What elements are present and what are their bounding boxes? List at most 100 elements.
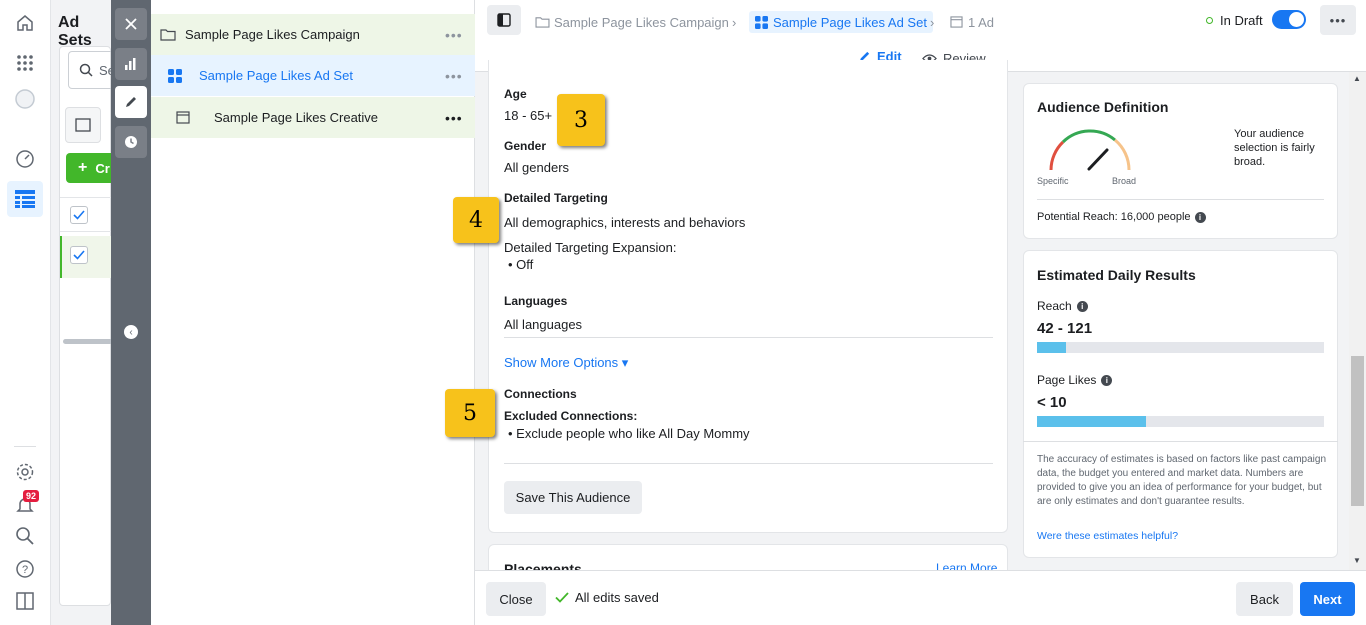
creative-more-icon[interactable]: •••: [445, 110, 475, 126]
excluded-connections-label: Excluded Connections:: [504, 409, 638, 423]
gauge-broad-label: Broad: [1112, 176, 1137, 186]
show-more-options-link[interactable]: Show More Options ▾: [504, 355, 628, 371]
pencil-icon[interactable]: [115, 86, 147, 118]
breadcrumb-ad-set-label: Sample Page Likes Ad Set: [773, 14, 927, 30]
check-icon: [555, 592, 569, 603]
toggle-panel-icon[interactable]: [487, 5, 521, 35]
table-row[interactable]: [60, 236, 112, 278]
ad-icon: [950, 16, 963, 28]
scroll-up-icon[interactable]: ▲: [1353, 74, 1361, 83]
tool-strip: ‹: [111, 0, 151, 625]
status-dot-icon: [1206, 17, 1213, 24]
estimated-results-title: Estimated Daily Results: [1037, 267, 1196, 283]
horizontal-scrollbar[interactable]: [63, 339, 113, 344]
dashboard-icon[interactable]: [10, 143, 40, 173]
close-button[interactable]: Close: [486, 582, 546, 616]
collapse-chevron-icon[interactable]: ‹: [124, 325, 138, 339]
info-icon[interactable]: i: [1194, 211, 1206, 223]
chevron-right-icon: ›: [732, 14, 737, 30]
tree-item-campaign[interactable]: Sample Page Likes Campaign •••: [151, 14, 475, 55]
audience-description: Your audience selection is fairly broad.: [1234, 128, 1315, 168]
scrollbar-thumb[interactable]: [1351, 356, 1364, 506]
background-title: Ad Sets: [58, 14, 92, 49]
campaign-tree: Sample Page Likes Campaign ••• Sample Pa…: [151, 0, 475, 625]
save-status: All edits saved: [555, 590, 659, 605]
gauge-specific-label: Specific: [1037, 176, 1069, 186]
breadcrumb-campaign-label: Sample Page Likes Campaign: [554, 14, 729, 30]
estimates-disclaimer: The accuracy of estimates is based on fa…: [1037, 454, 1327, 507]
adset-icon: [755, 15, 768, 29]
next-button[interactable]: Next: [1300, 582, 1355, 616]
scroll-down-icon[interactable]: ▼: [1353, 556, 1361, 565]
main-editor: Sample Page Likes Campaign › Sample Page…: [445, 0, 1366, 625]
status-toggle[interactable]: [1272, 10, 1306, 29]
estimated-results-card: [1023, 250, 1338, 558]
divider: [504, 337, 993, 338]
tree-item-ad-set[interactable]: Sample Page Likes Ad Set •••: [151, 55, 475, 96]
age-value: 18 - 65+: [504, 108, 553, 123]
breadcrumb-campaign[interactable]: Sample Page Likes Campaign: [535, 11, 729, 33]
row-checkbox[interactable]: [70, 246, 88, 264]
chart-icon[interactable]: [115, 48, 147, 80]
save-status-label: All edits saved: [575, 590, 659, 605]
reach-label: Reach: [1037, 299, 1072, 313]
potential-reach: Potential Reach: 16,000 people i: [1037, 211, 1206, 223]
info-icon[interactable]: i: [1101, 374, 1113, 386]
info-icon[interactable]: i: [1076, 300, 1088, 312]
avatar-icon[interactable]: [10, 84, 40, 114]
select-all-checkbox[interactable]: [70, 206, 88, 224]
estimates-helpful-link[interactable]: Were these estimates helpful?: [1037, 530, 1178, 542]
draft-status: In Draft: [1206, 13, 1263, 28]
likes-bar-fill: [1037, 416, 1147, 427]
tree-item-creative[interactable]: Sample Page Likes Creative •••: [151, 97, 475, 138]
languages-value: All languages: [504, 317, 583, 332]
clock-icon[interactable]: [115, 126, 147, 158]
breadcrumb-ad[interactable]: 1 Ad: [950, 11, 994, 33]
help-icon[interactable]: ?: [10, 554, 40, 584]
callout-marker-5: 5: [445, 389, 495, 437]
apps-icon[interactable]: [10, 48, 40, 78]
more-options-icon[interactable]: •••: [1320, 5, 1356, 35]
excluded-connection-item: • Exclude people who like All Day Mommy: [508, 426, 750, 441]
folder-icon: [535, 17, 550, 28]
reach-label-row: Reach i: [1037, 299, 1088, 313]
campaign-more-icon[interactable]: •••: [445, 27, 475, 43]
settings-icon[interactable]: [10, 457, 40, 487]
back-button[interactable]: Back: [1236, 582, 1293, 616]
table-icon[interactable]: [7, 181, 43, 217]
connections-label: Connections: [504, 387, 577, 401]
tree-ad-set-label: Sample Page Likes Ad Set: [199, 68, 353, 83]
audience-definition-title: Audience Definition: [1037, 99, 1169, 115]
expansion-value: Off: [516, 257, 534, 272]
breadcrumb-ad-label: 1 Ad: [968, 14, 995, 30]
ad-sets-background-panel: Ad Sets Se + Cr: [51, 0, 128, 625]
home-icon[interactable]: [10, 8, 40, 38]
detailed-targeting-value: All demographics, interests and behavior…: [504, 215, 746, 230]
likes-label-row: Page Likes i: [1037, 373, 1113, 387]
chevron-right-icon: ›: [930, 14, 935, 30]
callout-marker-3: 3: [557, 94, 605, 146]
audience-gauge-icon: [1049, 129, 1131, 171]
vertical-scrollbar[interactable]: ▲ ▼: [1349, 72, 1366, 570]
divider: [504, 463, 993, 464]
likes-value: < 10: [1037, 394, 1067, 411]
reach-bar: [1037, 342, 1324, 353]
gender-value: All genders: [504, 160, 570, 175]
divider: [1037, 199, 1324, 200]
folder-tab-icon[interactable]: [65, 107, 101, 143]
languages-label: Languages: [504, 294, 568, 308]
background-card: Se + Cr: [59, 46, 128, 606]
potential-reach-text: Potential Reach: 16,000 people: [1037, 211, 1191, 223]
sidebar-icon[interactable]: [10, 586, 40, 616]
expansion-value-item: • Off: [508, 257, 534, 272]
save-audience-button[interactable]: Save This Audience: [504, 481, 642, 514]
status-label: In Draft: [1220, 13, 1263, 28]
search-icon[interactable]: [10, 521, 40, 551]
divider: [1023, 441, 1338, 442]
ad-set-more-icon[interactable]: •••: [445, 68, 475, 84]
notification-badge: 92: [23, 490, 40, 502]
close-icon[interactable]: [115, 8, 147, 40]
expansion-label: Detailed Targeting Expansion:: [504, 240, 677, 255]
nav-rail: 92 ?: [0, 0, 51, 625]
breadcrumb-ad-set[interactable]: Sample Page Likes Ad Set: [749, 11, 933, 33]
